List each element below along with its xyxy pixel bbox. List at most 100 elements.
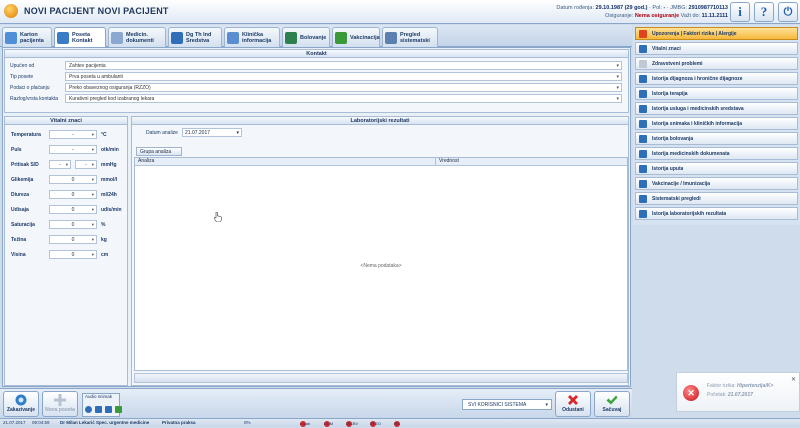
audio-label: Audio snimak (85, 394, 113, 399)
status-bar: 21.07.2017 09:04:59 Dr Milan Lekarić Spe… (0, 418, 800, 427)
indicator-dicbv: DICBV (346, 420, 358, 427)
sidebar-item-upozorenja[interactable]: Upozorenja | Faktori rizika | Alergije (635, 27, 798, 40)
sidebar-item-istorija-usluga[interactable]: Istorija usluga i medicinskih sredstava (635, 102, 798, 115)
tab-bolovanje[interactable]: Bolovanje (282, 27, 330, 47)
close-icon[interactable]: ✕ (791, 376, 796, 383)
tab-vakcinacija[interactable]: Vakcinacija (332, 27, 380, 47)
plus-icon (54, 394, 66, 406)
risk-factor-notification[interactable]: ✕ Faktor rizika: Hipertenzija/K> Početak… (676, 372, 800, 412)
stop-icon[interactable] (105, 406, 112, 413)
referred-by-select[interactable]: Zahtev pacijenta ▾ (65, 61, 622, 70)
sidebar-item-vitalni-znaci[interactable]: Vitalni znaci (635, 42, 798, 55)
spinner-arrow-icon: ▾ (91, 132, 94, 137)
weight-input[interactable]: 0 ▾ (49, 235, 97, 244)
sidebar-item-istorija-lab[interactable]: Istorija laboratorijskih rezultata (635, 207, 798, 220)
tab-karton-pacijenta[interactable]: Karton pacijenta (2, 27, 52, 47)
main-panel: Kontakt Upućen od Zahtev pacijenta ▾ Tip … (2, 47, 631, 387)
audio-recording-panel: Audio snimak (82, 393, 122, 417)
temperature-input[interactable]: - ▾ (49, 130, 97, 139)
dropdown-arrow-icon: ▾ (616, 96, 619, 102)
schedule-button[interactable]: Zakazivanje (3, 391, 39, 417)
sidebar-item-label: Istorija medicinskih dokumenata (652, 150, 730, 157)
record-icon[interactable] (85, 406, 92, 413)
dropdown-arrow-icon: ▾ (616, 85, 619, 91)
sidebar-item-label: Istorija uputa (652, 165, 684, 172)
kontakt-row-placanje: Podaci o plaćanju Preko obaveznog osigur… (5, 82, 628, 93)
sidebar-item-label: Istorija bolovanja (652, 135, 694, 142)
status-practice: Privatna praksa (162, 420, 196, 425)
saturation-input[interactable]: 0 ▾ (49, 220, 97, 229)
pulse-input[interactable]: - ▾ (49, 145, 97, 154)
lab-results-title: Laboratorijski rezultati (132, 117, 628, 125)
vital-unit: cm (101, 252, 109, 258)
sidebar-item-istorija-dijagnoza[interactable]: Istorija dijagnoza i hronične dijagnoze (635, 72, 798, 85)
vital-label: Temperatura (11, 132, 41, 138)
breaths-input[interactable]: 0 ▾ (49, 205, 97, 214)
glycemia-input[interactable]: 0 ▾ (49, 175, 97, 184)
tab-pregled-sistematski[interactable]: Pregled sistematski (382, 27, 438, 47)
payment-select[interactable]: Preko obaveznog osiguranja (RZZO) ▾ (65, 83, 622, 92)
diuresis-input[interactable]: 0 ▾ (49, 190, 97, 199)
systolic-input[interactable]: - ▾ (49, 160, 71, 169)
exit-button[interactable]: ⏻ (778, 2, 798, 22)
notification-label: Faktor rizika: (707, 383, 736, 389)
sidebar-item-label: Istorija dijagnoza i hronične dijagnoze (652, 75, 743, 82)
folder-icon (5, 31, 17, 44)
documents-icon (111, 31, 123, 44)
dropdown-arrow-icon: ▾ (236, 130, 239, 136)
kontakt-row-uputen-od: Upućen od Zahtev pacijenta ▾ (5, 60, 628, 71)
sidebar-item-zdravstveni-problemi[interactable]: Zdravstveni problemi (635, 57, 798, 70)
sidebar-item-sistematski-pregledi[interactable]: Sistematski pregledi (635, 192, 798, 205)
sidebar-item-vakcinacije[interactable]: Vakcinacije / Imunizacija (635, 177, 798, 190)
sidebar-item-label: Vitalni znaci (652, 45, 681, 52)
lab-icon (639, 209, 647, 218)
save-audio-icon[interactable] (115, 406, 122, 413)
tab-medicinski-dokumenti[interactable]: Medicin. dokumenti (108, 27, 166, 47)
sidebar-item-istorija-dokumenata[interactable]: Istorija medicinskih dokumenata (635, 147, 798, 160)
diastolic-input[interactable]: - ▾ (75, 160, 97, 169)
checkup-history-icon (639, 194, 647, 203)
column-header-analiza[interactable]: Analiza (138, 158, 154, 165)
app-logo-icon (4, 4, 18, 18)
analysis-date-picker[interactable]: 21.07.2017 ▾ (182, 128, 242, 137)
tab-poseta-kontakt[interactable]: Poseta Kontakt (54, 27, 106, 48)
pause-icon[interactable] (95, 406, 102, 413)
field-label: Razlog/vrsta kontakta (10, 96, 59, 102)
contact-reason-select[interactable]: Kurativni pregled kod izabranog lekara ▾ (65, 94, 622, 103)
vital-label: Diureza (11, 192, 30, 198)
dob-label: Datum rođenja: (556, 5, 594, 11)
info-button[interactable]: i (730, 2, 750, 22)
analysis-group-button[interactable]: Grupa analiza (136, 147, 182, 156)
warning-icon (639, 29, 647, 38)
vital-unit: °C (101, 132, 107, 138)
height-input[interactable]: 0 ▾ (49, 250, 97, 259)
new-visit-button[interactable]: Nova poseta (42, 391, 78, 417)
vital-row-saturacija: Saturacija 0 ▾ % (5, 219, 127, 231)
visit-type-select[interactable]: Prva poseta u ambulanti ▾ (65, 72, 622, 81)
cancel-button[interactable]: Odustani (555, 391, 591, 417)
sidebar-item-istorija-terapija[interactable]: Istorija terapija (635, 87, 798, 100)
button-label: Grupa analiza (140, 149, 172, 155)
jmbg-value: 2910987710113 (688, 5, 728, 11)
documents-history-icon (639, 149, 647, 158)
tab-klinicka-informacija[interactable]: Klinička informacija (224, 27, 280, 47)
status-time: 09:04:59 (32, 420, 50, 425)
patient-name-title: NOVI PACIJENT NOVI PACIJENT (24, 6, 169, 16)
lab-results-grid[interactable]: Analiza Vrednost <Nema podataka> (134, 157, 628, 371)
vital-value: 0 (71, 252, 75, 258)
start-date-value: 21.07.2017 (727, 392, 753, 398)
sidebar-item-istorija-snimaka[interactable]: Istorija snimaka i kliničkih informacija (635, 117, 798, 130)
sidebar-item-istorija-bolovanja[interactable]: Istorija bolovanja (635, 132, 798, 145)
notification-label: Početak: (707, 392, 727, 398)
main-tabs: Karton pacijenta Poseta Kontakt Medicin.… (0, 25, 632, 48)
tab-label: Klinička informacija (242, 31, 272, 44)
risk-factor-value: Hipertenzija/K> (737, 383, 774, 389)
field-label: Podaci o plaćanju (10, 85, 50, 91)
column-header-vrednost[interactable]: Vrednost (435, 158, 459, 166)
users-select[interactable]: SVI KORISNICI SISTEMA ▾ (462, 399, 552, 410)
help-button[interactable]: ? (754, 2, 774, 22)
status-progress: 0% (244, 420, 251, 425)
sidebar-item-istorija-uputa[interactable]: Istorija uputa (635, 162, 798, 175)
save-button[interactable]: Sačuvaj (594, 391, 630, 417)
tab-dg-th-ind-sredstva[interactable]: Dg Th Ind Sredstva (168, 27, 222, 47)
